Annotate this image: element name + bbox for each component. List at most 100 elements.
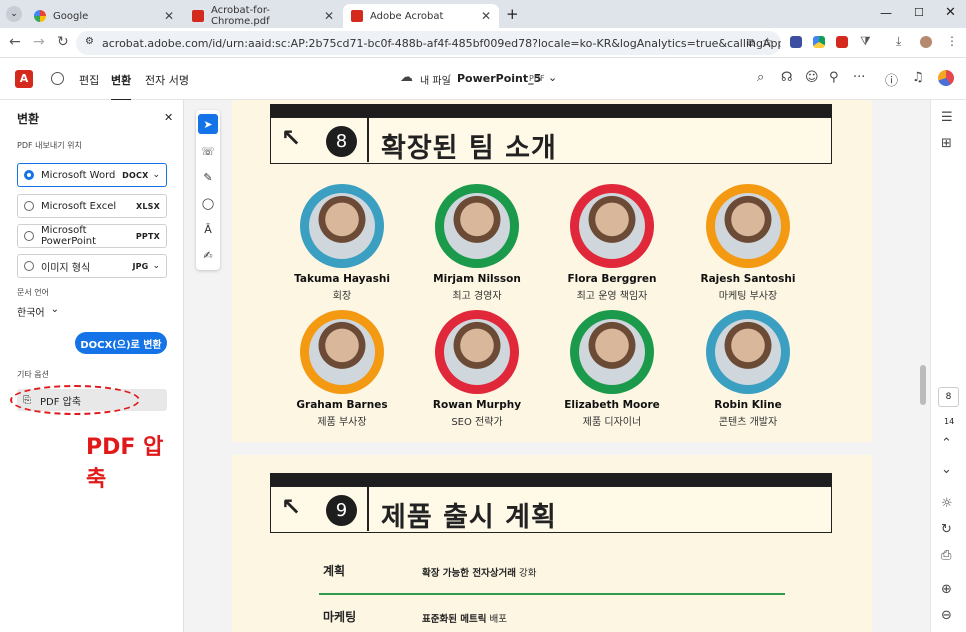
plan-row-text: 확장 가능한 전자상거래 강화 [422,565,537,579]
browser-menu-icon[interactable]: ⋮ [946,34,958,48]
member-role: SEO 전략가 [451,417,503,428]
team-member-card: Mirjam Nilsson 최고 경영자 [417,184,537,302]
thumbnails-icon[interactable]: ⊞ [941,136,952,151]
menu-convert[interactable]: 변환 [111,72,132,101]
link-icon[interactable]: ⚲ [829,70,839,85]
team-member-card: Rajesh Santoshi 마케팅 부사장 [688,184,808,302]
drive-extension-icon[interactable] [813,36,825,48]
member-name: Takuma Hayashi [294,273,390,285]
comments-panel-icon[interactable]: ☰ [941,110,953,125]
format-badge: DOCX [122,170,149,180]
radio-button[interactable] [24,231,34,241]
chevron-down-icon[interactable]: ⌄ [152,170,160,180]
zoom-out-icon[interactable]: ⊖ [941,608,952,623]
language-value: 한국어 [17,308,45,319]
slide-title: 제품 출시 계획 [381,502,557,533]
search-icon[interactable]: ⌕ [757,70,764,85]
maximize-button[interactable]: ☐ [914,6,924,19]
language-dropdown[interactable]: 한국어 ⌄ [17,304,59,319]
scrollbar-thumb[interactable] [920,365,926,405]
option-image[interactable]: 이미지 형식 JPG ⌄ [17,254,167,278]
brightness-icon[interactable]: ☼ [941,496,953,511]
download-icon[interactable]: ⤓ [896,34,901,49]
member-name: Rowan Murphy [432,399,522,411]
close-icon[interactable]: ✕ [164,111,173,124]
pen-icon[interactable]: ✎ [198,167,218,187]
page-number-field[interactable]: 8 [938,387,959,407]
avatar [579,319,645,385]
panel-title: 변환 [17,112,40,126]
chevron-down-icon[interactable]: ⌄ [152,261,160,271]
radio-button[interactable] [24,261,34,271]
headphones-icon[interactable]: ☊ [781,70,793,85]
slide-number: 9 [326,495,357,526]
avatar-ring [570,310,654,394]
menu-esign[interactable]: 전자 서명 [145,72,189,88]
minimize-button[interactable]: — [880,6,892,20]
share-user-icon[interactable]: ☺ [805,70,819,85]
bookmark-star-icon[interactable]: ☆ [762,35,773,49]
tab-acrobat-pdf[interactable]: Acrobat-for-Chrome.pdf ✕ [184,4,342,28]
extensions-puzzle-icon[interactable]: ⧩ [860,34,871,49]
acrobat-extension-icon[interactable] [836,36,848,48]
url-field[interactable]: ⚙ acrobat.adobe.com/id/urn:aaid:sc:AP:2b… [76,31,781,55]
radio-button[interactable] [24,201,34,211]
lasso-icon[interactable]: ◯ [198,193,218,213]
avatar-ring [300,310,384,394]
highlight-ellipse [10,385,140,415]
slide-header: ↖ 9 제품 출시 계획 [270,486,832,533]
avatar-ring [570,184,654,268]
tab-google[interactable]: Google ✕ [26,4,182,28]
signature-icon[interactable]: ✍ [198,245,218,265]
text-select-icon[interactable]: Ā [198,219,218,239]
install-app-icon[interactable]: ⧉ [747,36,755,50]
option-excel[interactable]: Microsoft Excel XLSX [17,194,167,218]
extension-icon[interactable] [790,36,802,48]
close-icon[interactable]: ✕ [164,9,174,23]
address-bar-row: ← → ↻ ⚙ acrobat.adobe.com/id/urn:aaid:sc… [0,28,966,58]
slide-9: ↖ 9 제품 출시 계획 계획 확장 가능한 전자상거래 강화 마케팅 표준화된… [232,455,872,632]
radio-selected[interactable] [24,170,34,180]
zoom-in-icon[interactable]: ⊕ [941,582,952,597]
next-page-icon[interactable]: ⌄ [941,462,952,477]
option-powerpoint[interactable]: Microsoft PowerPoint PPTX [17,224,167,248]
select-cursor-icon[interactable]: ➤ [198,114,218,134]
new-tab-button[interactable]: + [506,5,519,23]
option-label: Microsoft PowerPoint [41,225,97,247]
more-icon[interactable]: ··· [853,70,865,85]
help-icon[interactable]: ⓘ [885,70,898,89]
site-info-icon[interactable]: ⚙ [85,36,94,47]
comment-icon[interactable]: ☏ [198,141,218,161]
plan-row-rest: 강화 [516,568,537,579]
ai-assistant-icon[interactable] [51,72,64,85]
option-word[interactable]: Microsoft Word DOCX ⌄ [17,163,167,187]
tab-adobe-acrobat[interactable]: Adobe Acrobat ✕ [343,4,499,28]
member-role: 제품 디자이너 [582,417,642,428]
close-icon[interactable]: ✕ [481,9,491,23]
cloud-icon: ☁ [400,70,413,85]
forward-arrow-icon[interactable]: → [33,34,45,50]
format-badge: XLSX [136,201,160,211]
option-label: Microsoft Excel [41,200,117,212]
acrobat-logo[interactable]: A [15,70,33,88]
menu-edit[interactable]: 편집 [79,72,99,88]
tab-search-button[interactable]: ⌄ [6,6,22,22]
user-avatar[interactable] [938,70,954,86]
notification-bell-icon[interactable]: ♫ [912,70,924,85]
member-name: Mirjam Nilsson [433,273,521,285]
member-name: Elizabeth Moore [564,399,660,411]
avatar-ring [435,310,519,394]
rotate-icon[interactable]: ↻ [941,522,952,537]
back-arrow-icon[interactable]: ← [9,34,21,50]
convert-button[interactable]: DOCX(으)로 변환 [75,332,167,354]
other-options-label: 기타 옵션 [17,370,49,379]
plan-row-label: 계획 [323,564,346,578]
member-name: Flora Berggren [567,273,657,285]
chevron-down-icon[interactable]: ⌄ [548,71,557,84]
profile-avatar[interactable] [920,36,932,48]
prev-page-icon[interactable]: ⌃ [941,436,952,451]
window-close-button[interactable]: ✕ [945,5,956,20]
reload-icon[interactable]: ↻ [57,34,69,50]
close-icon[interactable]: ✕ [324,9,334,23]
page-info-icon[interactable]: ⎙ [941,548,951,563]
